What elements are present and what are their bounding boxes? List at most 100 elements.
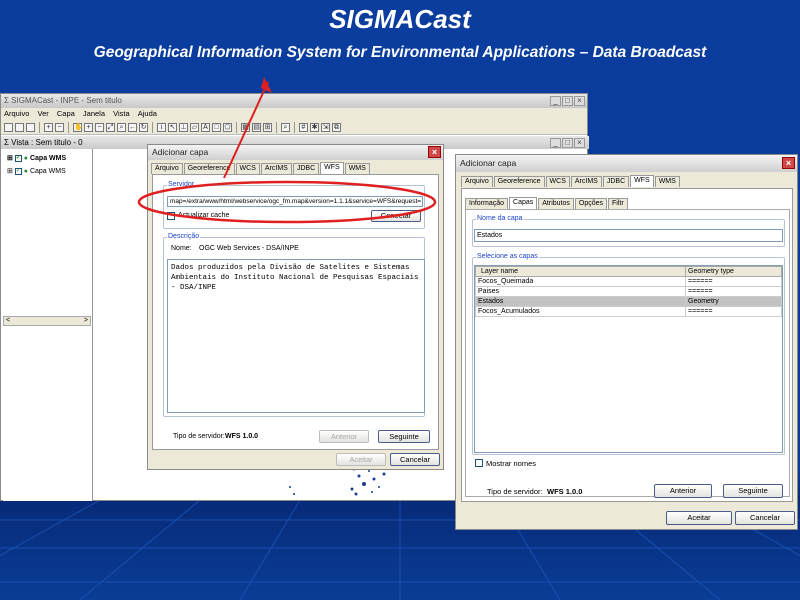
tab-arquivo[interactable]: Arquivo	[151, 163, 183, 174]
table-row-selected[interactable]: Estados Geometry	[475, 296, 782, 307]
poly-select-icon[interactable]: ⬠	[223, 122, 232, 132]
dialog-tabs: Arquivo Georeference WCS ArcIMS JDBC WFS…	[461, 175, 681, 187]
table-icon[interactable]: ▦	[241, 122, 250, 132]
add-layer-icon[interactable]: +	[44, 122, 53, 132]
accept-button[interactable]: Aceitar	[336, 453, 386, 466]
new-icon[interactable]	[4, 122, 13, 132]
find-icon[interactable]: ⌕	[281, 122, 290, 132]
globe-icon: ●	[23, 168, 29, 175]
tab-wcs[interactable]: WCS	[545, 176, 570, 187]
scroll-left-icon[interactable]: <	[6, 317, 10, 325]
menu-vista[interactable]: Vista	[113, 109, 130, 118]
refresh-icon[interactable]: ↻	[139, 122, 148, 132]
close-button[interactable]: ×	[574, 96, 585, 106]
tab-jdbc[interactable]: JDBC	[602, 176, 630, 187]
select-icon[interactable]: ↖	[168, 122, 177, 132]
rect-select-icon[interactable]: □	[212, 122, 221, 132]
menu-janela[interactable]: Janela	[83, 109, 105, 118]
export-icon[interactable]: ⇲	[321, 122, 330, 132]
subtab-capas[interactable]: Capas	[509, 197, 538, 209]
slide-subtitle: Geographical Information System for Envi…	[93, 44, 707, 61]
next-button[interactable]: Seguinte	[378, 430, 430, 443]
cell-geometry: ======	[685, 306, 782, 317]
zoom-out-icon[interactable]: −	[95, 122, 104, 132]
subtab-atributos[interactable]: Atributos	[538, 198, 574, 209]
tab-wms[interactable]: WMS	[344, 163, 370, 174]
next-button[interactable]: Seguinte	[723, 484, 783, 498]
cancel-button[interactable]: Cancelar	[735, 511, 795, 525]
info-icon[interactable]: i	[157, 122, 166, 132]
description-textarea[interactable]: Dados produzidos pela Divisão de Satelit…	[167, 259, 425, 413]
tab-arcims[interactable]: ArcIMS	[260, 163, 292, 174]
label-icon[interactable]: A	[201, 122, 210, 132]
table-row[interactable]: Focos_Queimada ======	[475, 276, 782, 287]
table-row[interactable]: Focos_Acumulados ======	[475, 306, 782, 317]
maximize-button[interactable]: □	[562, 96, 573, 106]
graph-icon[interactable]: ⊞	[263, 122, 272, 132]
column-header-layer-name[interactable]: Layer name	[475, 266, 686, 277]
menu-ajuda[interactable]: Ajuda	[138, 109, 157, 118]
remove-layer-icon[interactable]: −	[55, 122, 64, 132]
subtab-informacao[interactable]: Informação	[465, 198, 509, 209]
back-icon[interactable]: ←	[128, 122, 137, 132]
scroll-right-icon[interactable]: >	[84, 317, 88, 325]
copy-icon[interactable]: ⧉	[332, 122, 341, 132]
layer-name-input[interactable]: Estados	[474, 229, 783, 242]
tab-jdbc[interactable]: JDBC	[292, 163, 320, 174]
menu-capa[interactable]: Capa	[57, 109, 75, 118]
layer-item[interactable]: ⊞ ✓ ● Capa WMS	[7, 154, 66, 162]
view-close-button[interactable]: ×	[574, 138, 585, 148]
add-layer-dialog-back: Adicionar capa × Arquivo Georeference WC…	[147, 144, 444, 470]
dialog-close-button[interactable]: ×	[782, 157, 795, 169]
pan-icon[interactable]: ✋	[73, 122, 83, 132]
connect-button[interactable]: Conectar	[371, 210, 421, 222]
tab-arquivo[interactable]: Arquivo	[461, 176, 493, 187]
layer-checkbox[interactable]: ✓	[14, 154, 22, 162]
cancel-button[interactable]: Cancelar	[390, 453, 440, 466]
view-minimize-button[interactable]: _	[550, 138, 561, 148]
accept-button[interactable]: Aceitar	[666, 511, 732, 525]
save-icon[interactable]	[26, 122, 35, 132]
zoom-select-icon[interactable]: ⌕	[117, 122, 126, 132]
previous-button[interactable]: Anterior	[654, 484, 712, 498]
menu-ver[interactable]: Ver	[38, 109, 49, 118]
measure-icon[interactable]: ⊥	[179, 122, 188, 132]
tab-wfs[interactable]: WFS	[630, 175, 654, 187]
tab-wcs[interactable]: WCS	[235, 163, 260, 174]
subtab-opcoes[interactable]: Opções	[574, 198, 608, 209]
show-names-label: Mostrar nomes	[486, 459, 537, 468]
server-type-value: WFS 1.0.0	[547, 487, 583, 496]
menu-arquivo[interactable]: Arquivo	[4, 109, 29, 118]
zoom-full-icon[interactable]: ⤢	[106, 122, 115, 132]
name-label: Nome:	[171, 245, 192, 252]
tab-arcims[interactable]: ArcIMS	[570, 176, 602, 187]
tab-georeference[interactable]: Georeference	[183, 163, 235, 174]
layer-item[interactable]: ⊞ ✓ ● Capa WMS	[7, 167, 66, 175]
zoom-in-icon[interactable]: +	[84, 122, 93, 132]
tab-wfs[interactable]: WFS	[320, 162, 344, 174]
area-icon[interactable]: ▱	[190, 122, 199, 132]
toolbar-separator	[152, 121, 153, 133]
tab-georeference[interactable]: Georeference	[493, 176, 545, 187]
server-url-input[interactable]: map=/extra/www/html/webservice/ogc_fm.ma…	[167, 196, 423, 207]
tools-icon[interactable]: ✱	[310, 122, 319, 132]
expand-icon[interactable]: ⊞	[7, 155, 13, 162]
grid-icon[interactable]: #	[299, 122, 308, 132]
open-icon[interactable]	[15, 122, 24, 132]
expand-icon[interactable]: ⊞	[7, 168, 13, 175]
show-names-checkbox[interactable]	[475, 459, 483, 467]
tab-wms[interactable]: WMS	[654, 176, 680, 187]
minimize-button[interactable]: _	[550, 96, 561, 106]
view-maximize-button[interactable]: □	[562, 138, 573, 148]
layout-icon[interactable]: ▤	[252, 122, 261, 132]
column-header-geometry-type[interactable]: Geometry type	[685, 266, 782, 277]
layer-checkbox[interactable]: ✓	[14, 167, 22, 175]
toc-scrollbar[interactable]: < >	[3, 316, 91, 326]
previous-button[interactable]: Anterior	[319, 430, 369, 443]
dialog-close-button[interactable]: ×	[428, 146, 441, 158]
cache-checkbox[interactable]	[167, 212, 175, 220]
cell-geometry: Geometry	[685, 296, 782, 307]
table-row[interactable]: Paises ======	[475, 286, 782, 297]
subtab-filtro[interactable]: Filtr	[608, 198, 628, 209]
dialog-titlebar: Adicionar capa	[456, 155, 797, 172]
